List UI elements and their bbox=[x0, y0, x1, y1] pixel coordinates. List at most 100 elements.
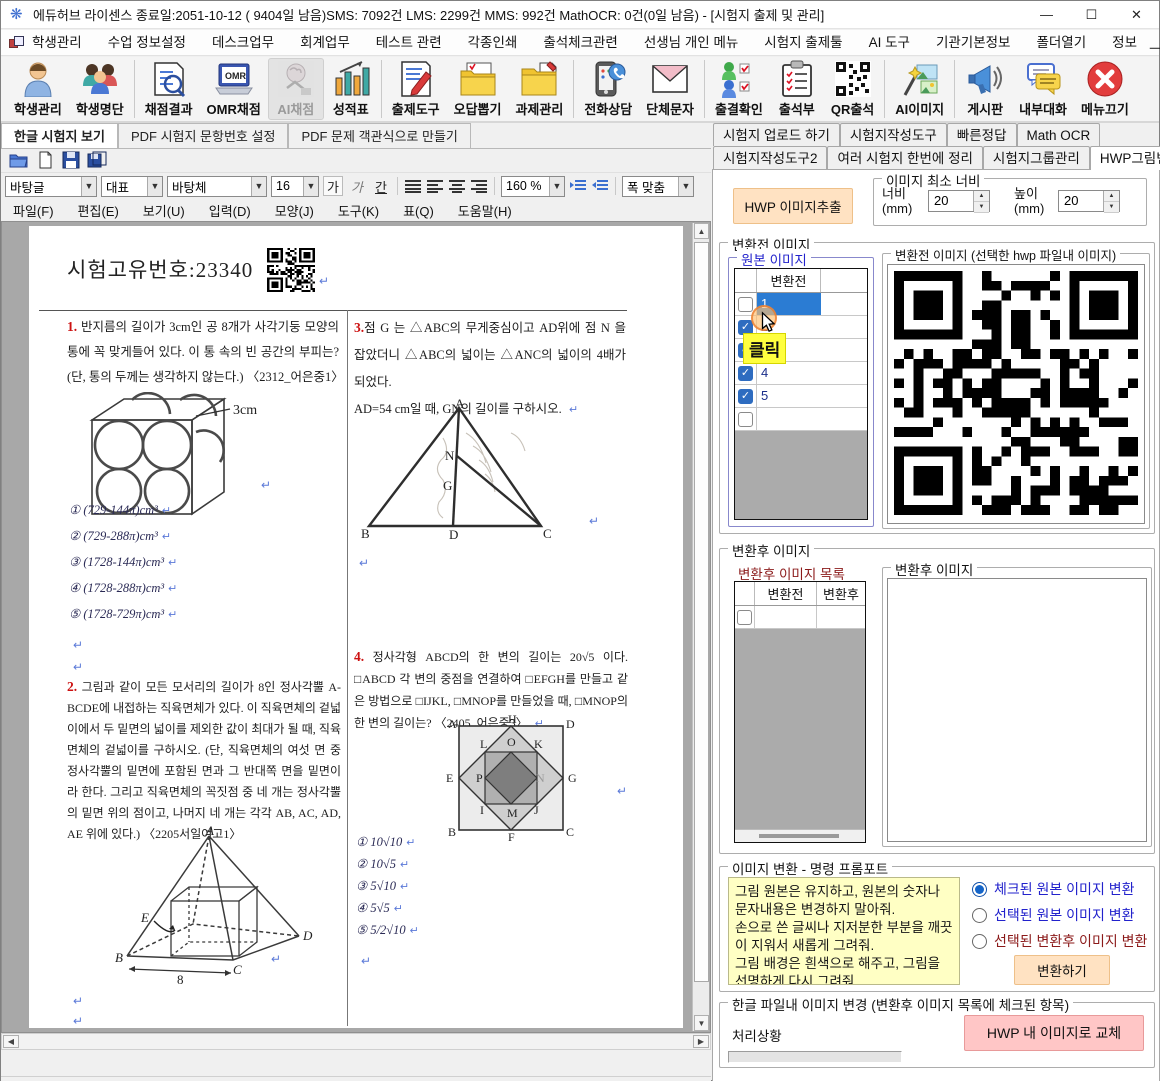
tab-math-ocr[interactable]: Math OCR bbox=[1017, 123, 1101, 146]
menu-ai-tools[interactable]: AI 도구 bbox=[856, 30, 923, 56]
document-vertical-scrollbar[interactable]: ▲ ▼ bbox=[692, 223, 709, 1031]
menu-class-settings[interactable]: 수업 정보설정 bbox=[95, 30, 199, 56]
toolbar-button-group-sms[interactable]: 단체문자 bbox=[639, 58, 701, 120]
row-checkbox[interactable] bbox=[738, 412, 753, 427]
radio-icon[interactable] bbox=[972, 882, 987, 897]
spin-up-icon[interactable]: ▲ bbox=[974, 191, 989, 202]
hwp-menu-table[interactable]: 표(Q) bbox=[391, 201, 446, 220]
row-checkbox[interactable] bbox=[737, 610, 752, 625]
hwp-menu-edit[interactable]: 편집(E) bbox=[66, 201, 131, 220]
align-right-icon[interactable] bbox=[470, 179, 488, 193]
source-row-5[interactable]: ✓5 bbox=[735, 385, 867, 408]
zoom-combo[interactable]: 160 %▼ bbox=[501, 176, 565, 197]
chevron-down-icon[interactable]: ▼ bbox=[549, 177, 564, 196]
italic-button[interactable]: 가 bbox=[347, 176, 367, 196]
spin-down-icon[interactable]: ▼ bbox=[974, 202, 989, 213]
toolbar-button-board-megaphone[interactable]: 게시판 bbox=[958, 58, 1012, 120]
hwp-extract-images-button[interactable]: HWP 이미지추출 bbox=[733, 188, 853, 224]
toolbar-button-ai-image[interactable]: AI이미지 bbox=[888, 58, 951, 120]
indent-increase-icon[interactable] bbox=[569, 179, 587, 193]
scroll-right-arrow[interactable]: ▶ bbox=[693, 1035, 709, 1048]
toolbar-button-omr-grading[interactable]: OMROMR채점 bbox=[200, 58, 268, 120]
chevron-down-icon[interactable]: ▼ bbox=[251, 177, 266, 196]
chevron-down-icon[interactable]: ▼ bbox=[81, 177, 96, 196]
save-as-icon[interactable] bbox=[87, 151, 107, 169]
toolbar-button-report-chart[interactable]: 성적표 bbox=[324, 58, 378, 120]
toolbar-button-menu-off[interactable]: 메뉴끄기 bbox=[1074, 58, 1136, 120]
menu-attendance[interactable]: 출석체크관련 bbox=[530, 30, 631, 56]
mdi-minimize-button[interactable]: ＿ bbox=[1150, 34, 1160, 51]
hwp-menu-view[interactable]: 보기(U) bbox=[131, 201, 197, 220]
indent-decrease-icon[interactable] bbox=[591, 179, 609, 193]
close-button[interactable]: ✕ bbox=[1114, 1, 1159, 29]
font-size-combo[interactable]: 16▼ bbox=[271, 176, 319, 197]
toolbar-button-grading-result[interactable]: 채점결과 bbox=[138, 58, 200, 120]
maximize-button[interactable]: ☐ bbox=[1069, 1, 1114, 29]
row-checkbox[interactable]: ✓ bbox=[738, 366, 753, 381]
tab-hwp-image-convert[interactable]: HWP그림변환 bbox=[1090, 146, 1160, 170]
radio-icon[interactable] bbox=[972, 908, 987, 923]
menu-accounting[interactable]: 회계업무 bbox=[287, 30, 363, 56]
rep-combo[interactable]: 대표▼ bbox=[101, 176, 163, 197]
scroll-left-arrow[interactable]: ◀ bbox=[3, 1035, 19, 1048]
open-folder-icon[interactable] bbox=[9, 151, 29, 169]
toolbar-button-phone-counsel[interactable]: 전화상담 bbox=[577, 58, 639, 120]
menu-students[interactable]: 학생관리 bbox=[19, 30, 95, 56]
menu-info[interactable]: 정보 bbox=[1099, 30, 1150, 56]
style-combo[interactable]: 바탕글▼ bbox=[5, 176, 97, 197]
menu-exam-tools[interactable]: 시험지 출제툴 bbox=[751, 30, 855, 56]
new-document-icon[interactable] bbox=[35, 151, 55, 169]
spin-up-icon[interactable]: ▲ bbox=[1104, 191, 1119, 202]
chevron-down-icon[interactable]: ▼ bbox=[303, 177, 318, 196]
hwp-menu-file[interactable]: 파일(F) bbox=[1, 201, 66, 220]
tab-pdf-question-number[interactable]: PDF 시험지 문항번호 설정 bbox=[118, 123, 288, 148]
align-center-icon[interactable] bbox=[448, 179, 466, 193]
radio-icon[interactable] bbox=[972, 934, 987, 949]
minimize-button[interactable]: — bbox=[1024, 1, 1069, 29]
scrollbar-thumb[interactable] bbox=[759, 834, 839, 838]
toolbar-button-ai-grading[interactable]: AI채점 bbox=[268, 58, 324, 120]
chevron-down-icon[interactable]: ▼ bbox=[678, 177, 693, 196]
document-horizontal-scrollbar[interactable]: ◀ ▶ bbox=[1, 1033, 711, 1050]
toolbar-button-homework-folder[interactable]: 과제관리 bbox=[508, 58, 570, 120]
toolbar-button-internal-chat[interactable]: 내부대화 bbox=[1012, 58, 1074, 120]
align-justify-icon[interactable] bbox=[404, 179, 422, 193]
source-row-6[interactable] bbox=[735, 408, 867, 431]
toolbar-button-attendance-book[interactable]: 출석부 bbox=[770, 58, 824, 120]
scroll-down-arrow[interactable]: ▼ bbox=[694, 1015, 709, 1031]
toolbar-button-exam-tool[interactable]: 출제도구 bbox=[385, 58, 447, 120]
toolbar-button-attendance-check[interactable]: 출결확인 bbox=[708, 58, 770, 120]
radio-convert-selected-source[interactable]: 선택된 원본 이미지 변환 bbox=[972, 905, 1134, 925]
row-checkbox[interactable]: ✓ bbox=[738, 389, 753, 404]
radio-convert-selected-after[interactable]: 선택된 변환후 이미지 변환 bbox=[972, 931, 1147, 951]
hwp-menu-shape[interactable]: 모양(J) bbox=[263, 201, 326, 220]
fit-width-combo[interactable]: 폭 맞춤▼ bbox=[622, 176, 694, 197]
tab-quick-answer[interactable]: 빠른정답 bbox=[947, 123, 1017, 146]
tab-upload-exam[interactable]: 시험지 업로드 하기 bbox=[713, 123, 840, 146]
convert-button[interactable]: 변환하기 bbox=[1014, 955, 1110, 985]
tab-pdf-to-multiple-choice[interactable]: PDF 문제 객관식으로 만들기 bbox=[288, 123, 470, 148]
menu-teacher-personal[interactable]: 선생님 개인 메뉴 bbox=[631, 30, 751, 56]
radio-convert-checked-source[interactable]: 체크된 원본 이미지 변환 bbox=[972, 879, 1134, 899]
tab-hwp-exam-view[interactable]: 한글 시험지 보기 bbox=[1, 123, 118, 148]
toolbar-button-wrong-answer-folder[interactable]: 오답뽑기 bbox=[447, 58, 509, 120]
menu-test[interactable]: 테스트 관련 bbox=[363, 30, 455, 56]
align-left-icon[interactable] bbox=[426, 179, 444, 193]
tab-exam-tool-2[interactable]: 시험지작성도구2 bbox=[713, 146, 827, 169]
chevron-down-icon[interactable]: ▼ bbox=[147, 177, 162, 196]
menu-print[interactable]: 각종인쇄 bbox=[455, 30, 531, 56]
list-horizontal-scrollbar[interactable] bbox=[735, 829, 865, 842]
scrollbar-thumb[interactable] bbox=[694, 242, 709, 982]
toolbar-button-qr-attendance[interactable]: QR출석 bbox=[824, 58, 881, 120]
font-combo[interactable]: 바탕체▼ bbox=[167, 176, 267, 197]
min-height-spinner[interactable]: 20 ▲▼ bbox=[1058, 190, 1120, 212]
toolbar-button-students-group[interactable]: 학생명단 bbox=[69, 58, 131, 120]
after-image-list[interactable]: 변환전변환후 bbox=[734, 581, 866, 843]
toolbar-button-student[interactable]: 학생관리 bbox=[7, 58, 69, 120]
save-icon[interactable] bbox=[61, 151, 81, 169]
tab-exam-group[interactable]: 시험지그룹관리 bbox=[983, 146, 1090, 169]
tab-exam-tool[interactable]: 시험지작성도구 bbox=[840, 123, 947, 146]
scroll-up-arrow[interactable]: ▲ bbox=[694, 223, 709, 239]
hwp-menu-input[interactable]: 입력(D) bbox=[197, 201, 263, 220]
menu-open-folder[interactable]: 폴더열기 bbox=[1023, 30, 1099, 56]
